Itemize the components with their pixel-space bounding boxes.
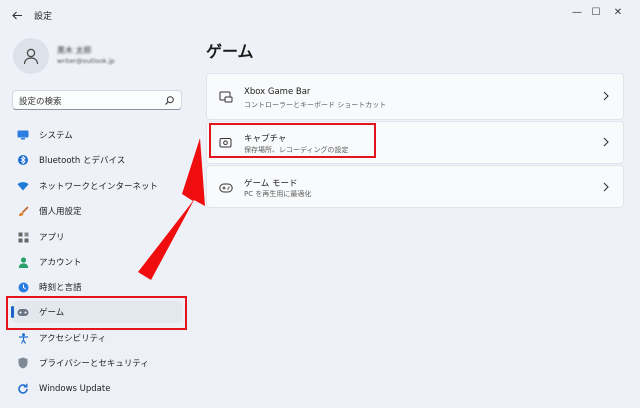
annotation-arrow: [138, 138, 205, 280]
settings-window: 設定 — ☐ ✕ 黒木 太郎 writer@outlook.jp 設定の検索 シ…: [0, 0, 640, 408]
